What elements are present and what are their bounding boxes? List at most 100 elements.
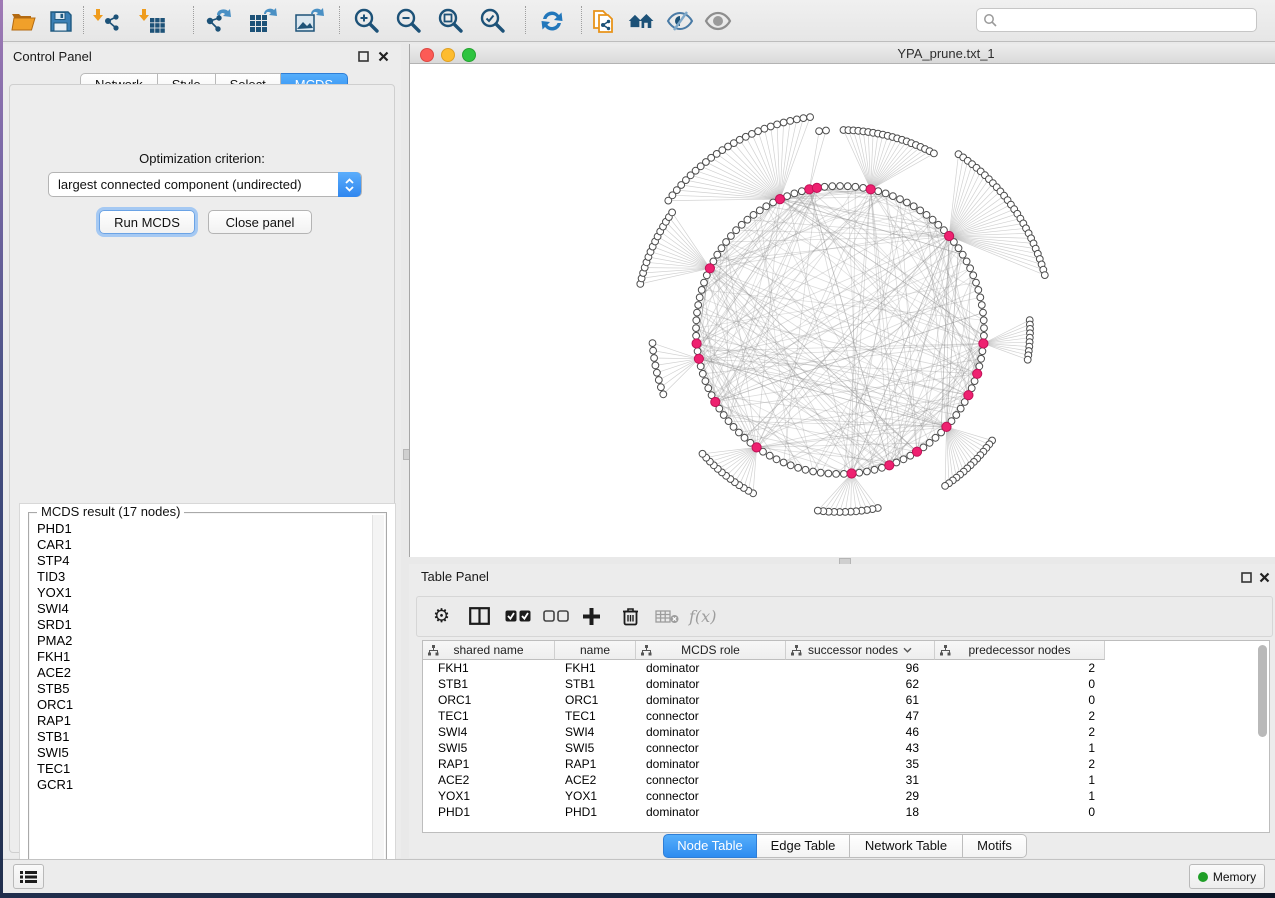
tab-network-table[interactable]: Network Table	[850, 834, 963, 858]
memory-button[interactable]: Memory	[1189, 864, 1265, 889]
node-table: shared namenameMCDS rolesuccessor nodes …	[422, 640, 1270, 833]
cell-shared-name: ACE2	[423, 772, 555, 788]
cell-shared-name: PHD1	[423, 804, 555, 820]
table-row[interactable]: RAP1RAP1dominator352	[423, 756, 1269, 772]
mcds-result-item[interactable]: PHD1	[31, 521, 372, 537]
window-zoom-icon[interactable]	[462, 48, 476, 62]
window-close-icon[interactable]	[420, 48, 434, 62]
zoom-selected-icon[interactable]	[477, 6, 507, 36]
toolbar-separator	[339, 6, 340, 34]
mcds-result-item[interactable]: FKH1	[31, 649, 372, 665]
mcds-result-item[interactable]: TEC1	[31, 761, 372, 777]
cell-successor-nodes: 35	[786, 756, 935, 772]
cell-predecessor-nodes: 1	[935, 740, 1105, 756]
table-row[interactable]: SWI4SWI4dominator462	[423, 724, 1269, 740]
zoom-fit-icon[interactable]	[435, 6, 465, 36]
cell-successor-nodes: 18	[786, 804, 935, 820]
mcds-result-item[interactable]: RAP1	[31, 713, 372, 729]
mcds-result-item[interactable]: GCR1	[31, 777, 372, 793]
table-row[interactable]: STB1STB1dominator620	[423, 676, 1269, 692]
vertical-splitter[interactable]	[402, 44, 409, 858]
mcds-list-scrollbar[interactable]	[372, 515, 384, 880]
zoom-out-icon[interactable]	[393, 6, 423, 36]
table-row[interactable]: FKH1FKH1dominator962	[423, 660, 1269, 676]
tab-node-table[interactable]: Node Table	[663, 834, 757, 858]
select-all-icon[interactable]	[505, 604, 531, 628]
mcds-result-item[interactable]: SRD1	[31, 617, 372, 633]
float-panel-icon[interactable]	[1240, 571, 1253, 584]
close-panel-button[interactable]: Close panel	[208, 210, 312, 234]
cell-predecessor-nodes: 1	[935, 772, 1105, 788]
table-toolbar: ⚙ f(x)	[416, 596, 1273, 637]
mcds-result-item[interactable]: STB5	[31, 681, 372, 697]
export-table-icon[interactable]	[248, 6, 278, 36]
tab-edge-table[interactable]: Edge Table	[757, 834, 850, 858]
mcds-result-item[interactable]: ORC1	[31, 697, 372, 713]
zoom-in-icon[interactable]	[351, 6, 381, 36]
cell-shared-name: YOX1	[423, 788, 555, 804]
column-header-name[interactable]: name	[555, 641, 636, 660]
refresh-icon[interactable]	[537, 6, 567, 36]
run-mcds-button[interactable]: Run MCDS	[99, 210, 195, 234]
delete-column-icon[interactable]	[622, 604, 639, 628]
mcds-result-item[interactable]: TID3	[31, 569, 372, 585]
deselect-all-icon[interactable]	[543, 604, 569, 628]
cell-shared-name: SWI5	[423, 740, 555, 756]
table-row[interactable]: ORC1ORC1dominator610	[423, 692, 1269, 708]
horizontal-splitter[interactable]	[409, 557, 1275, 564]
table-row[interactable]: SWI5SWI5connector431	[423, 740, 1269, 756]
tab-motifs[interactable]: Motifs	[963, 834, 1027, 858]
export-network-icon[interactable]	[203, 6, 233, 36]
window-minimize-icon[interactable]	[441, 48, 455, 62]
mcds-result-item[interactable]: STP4	[31, 553, 372, 569]
cell-predecessor-nodes: 1	[935, 788, 1105, 804]
add-column-icon[interactable]	[582, 604, 601, 628]
column-header-successor-nodes[interactable]: successor nodes	[786, 641, 935, 660]
hide-glasses-icon[interactable]	[665, 6, 695, 36]
search-input[interactable]	[976, 8, 1257, 32]
optimization-criterion-dropdown[interactable]: largest connected component (undirected)	[48, 172, 362, 197]
task-history-button[interactable]	[13, 864, 44, 889]
save-session-icon[interactable]	[45, 6, 75, 36]
show-columns-icon[interactable]	[469, 604, 490, 628]
table-row[interactable]: ACE2ACE2connector311	[423, 772, 1269, 788]
mcds-result-item[interactable]: SWI5	[31, 745, 372, 761]
column-header-MCDS-role[interactable]: MCDS role	[636, 641, 786, 660]
table-row[interactable]: YOX1YOX1connector291	[423, 788, 1269, 804]
status-bar: Memory	[3, 859, 1275, 893]
cell-MCDS-role: connector	[636, 740, 786, 756]
mcds-result-item[interactable]: STB1	[31, 729, 372, 745]
show-eye-icon	[703, 6, 733, 36]
import-network-icon[interactable]	[91, 6, 121, 36]
dropdown-selected-value: largest connected component (undirected)	[49, 177, 302, 192]
cell-MCDS-role: connector	[636, 708, 786, 724]
cell-name: FKH1	[555, 660, 636, 676]
new-network-from-selection-icon[interactable]	[589, 6, 619, 36]
mcds-result-item[interactable]: CAR1	[31, 537, 372, 553]
network-window-titlebar[interactable]: YPA_prune.txt_1	[410, 44, 1275, 64]
network-graph[interactable]	[410, 64, 1275, 557]
float-panel-icon[interactable]	[357, 50, 370, 63]
table-row[interactable]: PHD1PHD1dominator180	[423, 804, 1269, 820]
cell-predecessor-nodes: 2	[935, 756, 1105, 772]
column-header-predecessor-nodes[interactable]: predecessor nodes	[935, 641, 1105, 660]
cell-MCDS-role: connector	[636, 772, 786, 788]
export-image-icon[interactable]	[294, 6, 324, 36]
close-panel-icon[interactable]	[377, 50, 390, 63]
memory-label: Memory	[1213, 870, 1256, 884]
mcds-result-item[interactable]: ACE2	[31, 665, 372, 681]
mcds-result-item[interactable]: PMA2	[31, 633, 372, 649]
mcds-result-item[interactable]: SWI4	[31, 601, 372, 617]
column-header-shared-name[interactable]: shared name	[423, 641, 555, 660]
table-row[interactable]: TEC1TEC1connector472	[423, 708, 1269, 724]
network-home-icon[interactable]	[627, 6, 657, 36]
import-table-icon[interactable]	[137, 6, 167, 36]
open-file-icon[interactable]	[9, 6, 39, 36]
dropdown-stepper-icon	[338, 172, 361, 197]
table-options-gear-icon[interactable]: ⚙	[433, 604, 450, 628]
mcds-result-item[interactable]: YOX1	[31, 585, 372, 601]
network-view-canvas[interactable]	[410, 64, 1275, 557]
mcds-result-list[interactable]: PHD1CAR1STP4TID3YOX1SWI4SRD1PMA2FKH1ACE2…	[31, 521, 372, 880]
close-panel-icon[interactable]	[1258, 571, 1271, 584]
table-scrollbar[interactable]	[1258, 645, 1267, 737]
